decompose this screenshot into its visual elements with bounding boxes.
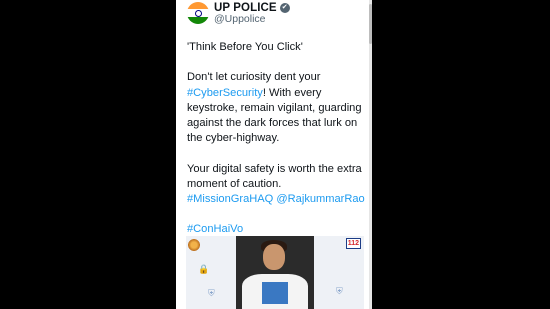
up-police-logo-icon [188,239,200,251]
tweet-paragraph-1: 'Think Before You Click' [187,41,303,53]
hashtag-link[interactable]: #ConHaiVo [187,223,243,235]
emergency-112-badge: 112 [345,238,361,249]
lock-icon: 🔒 [198,264,210,274]
shield-icon: ⛨ [208,288,215,298]
flag-chakra-icon [195,9,202,17]
shield-icon: ⛨ [336,286,343,296]
avatar[interactable] [187,2,209,24]
hashtag-link[interactable]: #MissionGraHAQ [187,193,273,205]
scrollbar[interactable] [369,0,372,309]
tweet-text-span: Your digital safety is worth the extra m… [187,162,362,190]
account-handle[interactable]: @Uppolice [214,13,266,25]
hashtag-link[interactable]: #CyberSecurity [187,87,263,99]
video-frame [236,236,314,309]
shirt-print [262,282,288,304]
tweet-paragraph-2: Don't let curiosity dent your #CyberSecu… [187,70,367,146]
flag-white-stripe [187,9,209,17]
person-head [263,244,285,270]
tweet-text-span: Don't let curiosity dent your [187,71,321,84]
tweet-text: 'Think Before You Click' Don't let curio… [187,40,367,253]
verified-badge-icon: ✔ [279,3,290,13]
scrollbar-thumb[interactable] [369,4,372,44]
tweet-media-video[interactable]: 112 🔒 ⛨ ⛨ [186,236,364,309]
mention-link[interactable]: @RajkummarRao [276,193,364,205]
tweet-paragraph-3: Your digital safety is worth the extra m… [187,162,367,208]
